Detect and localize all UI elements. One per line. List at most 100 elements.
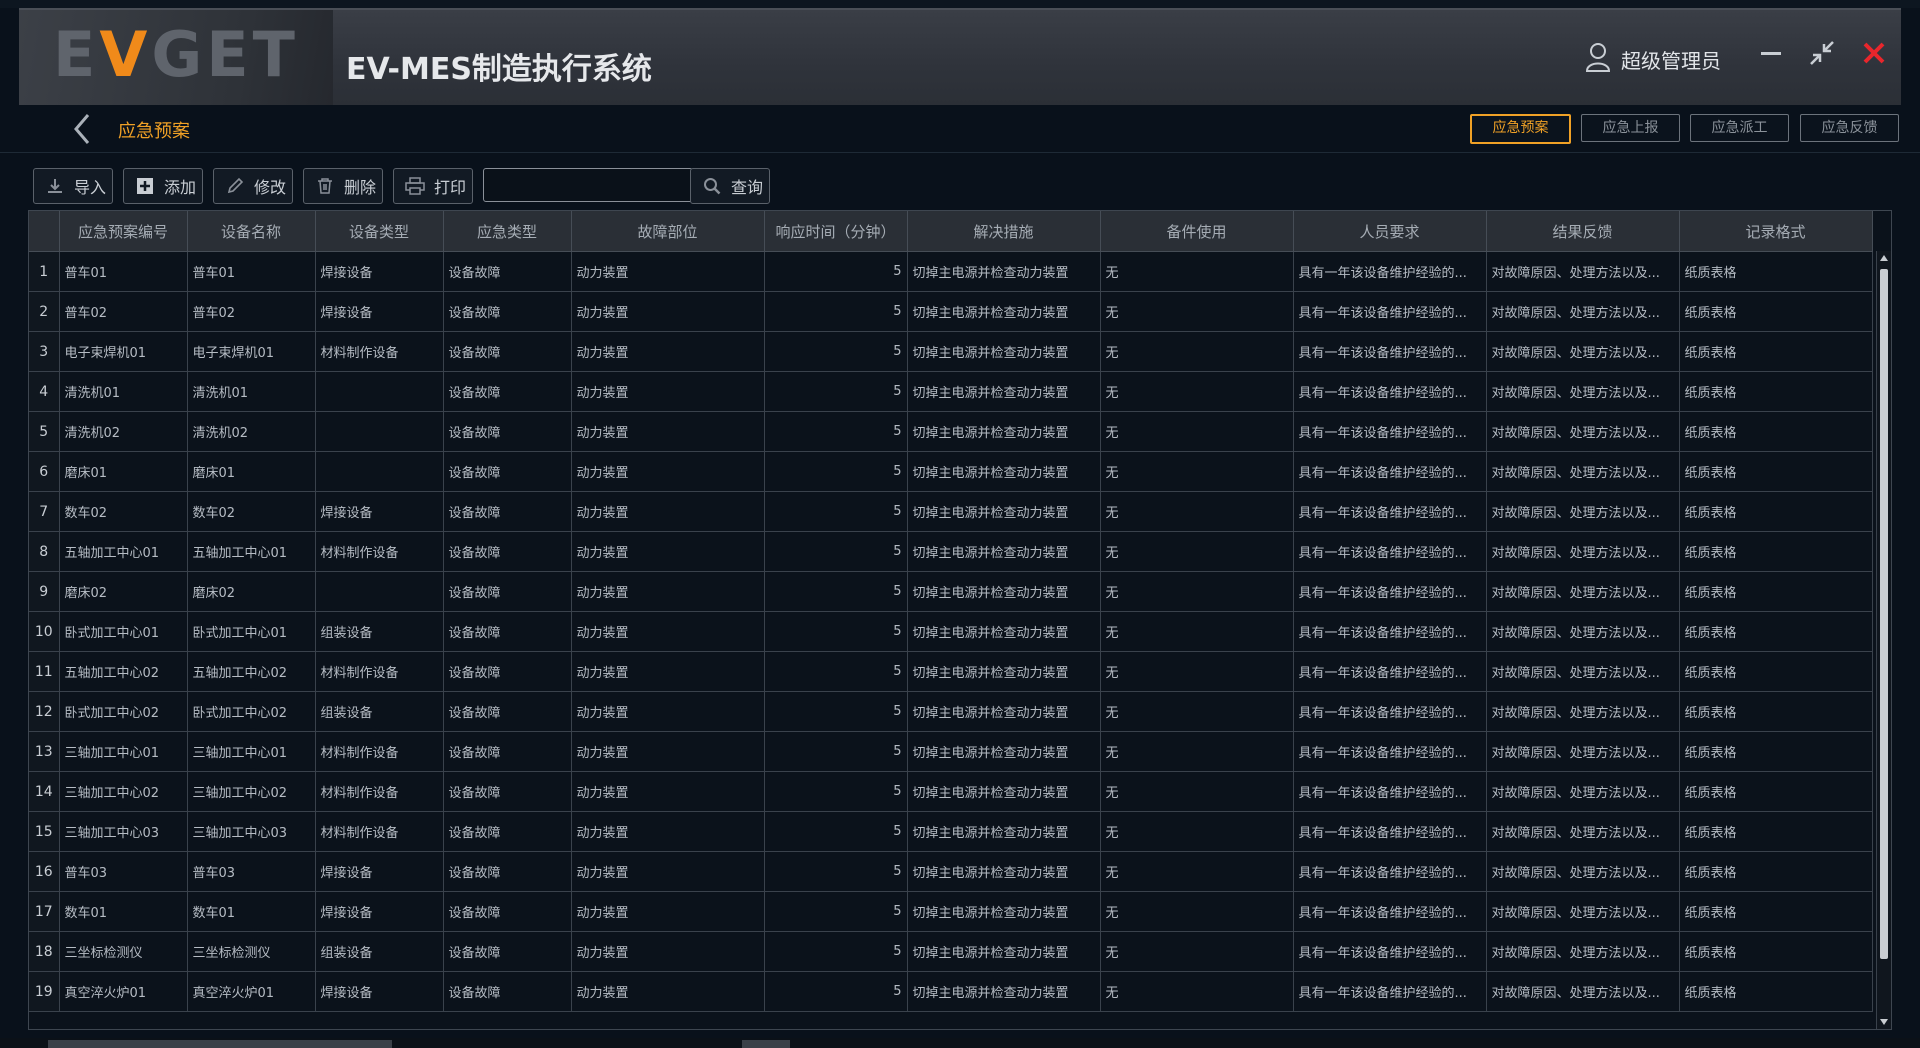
table-row[interactable]: 14 三轴加工中心02 三轴加工中心02 材料制作设备 设备故障 动力装置 5 切掉主电源并检… bbox=[29, 771, 1873, 812]
table-cell[interactable] bbox=[315, 571, 444, 612]
table-row[interactable]: 12 卧式加工中心02 卧式加工中心02 组装设备 设备故障 动力装置 5 切掉主电源并检查动… bbox=[29, 691, 1873, 732]
table-cell[interactable]: 动力装置 bbox=[571, 531, 765, 572]
table-row[interactable]: 6 磨床01 磨床01 设备故障 动力装置 5 切掉主电源并检查动力装置无具有一年该设备维护… bbox=[29, 451, 1873, 492]
row-number[interactable]: 12 bbox=[29, 691, 60, 732]
table-cell[interactable]: 对故障原因、处理方法以及... bbox=[1486, 331, 1680, 372]
horizontal-scroll-marker[interactable] bbox=[742, 1040, 790, 1048]
table-cell[interactable]: 具有一年该设备维护经验的... bbox=[1293, 891, 1487, 932]
table-cell[interactable]: 对故障原因、处理方法以及... bbox=[1486, 811, 1680, 852]
table-cell[interactable]: 具有一年该设备维护经验的... bbox=[1293, 611, 1487, 652]
table-cell[interactable]: 材料制作设备 bbox=[315, 651, 444, 692]
table-cell[interactable]: 五轴加工中心02 bbox=[187, 651, 316, 692]
table-cell[interactable]: 切掉主电源并检查动力装置 bbox=[907, 851, 1101, 892]
delete-button[interactable]: 删除 bbox=[303, 168, 383, 204]
table-cell[interactable]: 卧式加工中心02 bbox=[187, 691, 316, 732]
back-button[interactable] bbox=[70, 109, 94, 149]
table-cell[interactable]: 清洗机01 bbox=[187, 371, 316, 412]
table-cell[interactable]: 具有一年该设备维护经验的... bbox=[1293, 251, 1487, 292]
add-button[interactable]: 添加 bbox=[123, 168, 203, 204]
table-cell[interactable]: 组装设备 bbox=[315, 931, 444, 972]
table-cell[interactable]: 无 bbox=[1100, 611, 1294, 652]
table-cell[interactable]: 无 bbox=[1100, 691, 1294, 732]
table-cell[interactable]: 纸质表格 bbox=[1679, 811, 1873, 852]
tab-emergency-feedback[interactable]: 应急反馈 bbox=[1800, 114, 1899, 142]
row-number[interactable]: 16 bbox=[29, 851, 60, 892]
table-row[interactable]: 9 磨床02 磨床02 设备故障 动力装置 5 切掉主电源并检查动力装置无具有一年该设备维护… bbox=[29, 571, 1873, 612]
table-cell[interactable]: 纸质表格 bbox=[1679, 971, 1873, 1012]
table-cell[interactable]: 具有一年该设备维护经验的... bbox=[1293, 931, 1487, 972]
row-number[interactable]: 4 bbox=[29, 371, 60, 412]
column-header[interactable]: 设备类型 bbox=[315, 211, 444, 252]
table-cell[interactable]: 对故障原因、处理方法以及... bbox=[1486, 411, 1680, 452]
table-cell[interactable]: 5 bbox=[764, 251, 908, 292]
table-cell[interactable]: 对故障原因、处理方法以及... bbox=[1486, 651, 1680, 692]
table-cell[interactable]: 设备故障 bbox=[443, 251, 572, 292]
table-cell[interactable]: 5 bbox=[764, 931, 908, 972]
search-input[interactable] bbox=[483, 168, 693, 202]
table-cell[interactable]: 无 bbox=[1100, 891, 1294, 932]
table-cell[interactable]: 三轴加工中心01 bbox=[187, 731, 316, 772]
table-cell[interactable]: 无 bbox=[1100, 651, 1294, 692]
table-cell[interactable]: 设备故障 bbox=[443, 891, 572, 932]
table-cell[interactable]: 焊接设备 bbox=[315, 251, 444, 292]
table-cell[interactable]: 设备故障 bbox=[443, 611, 572, 652]
table-cell[interactable]: 动力装置 bbox=[571, 771, 765, 812]
table-cell[interactable]: 对故障原因、处理方法以及... bbox=[1486, 891, 1680, 932]
table-cell[interactable]: 组装设备 bbox=[315, 691, 444, 732]
table-cell[interactable]: 纸质表格 bbox=[1679, 331, 1873, 372]
table-cell[interactable]: 具有一年该设备维护经验的... bbox=[1293, 811, 1487, 852]
table-cell[interactable]: 切掉主电源并检查动力装置 bbox=[907, 931, 1101, 972]
table-cell[interactable]: 具有一年该设备维护经验的... bbox=[1293, 491, 1487, 532]
table-cell[interactable]: 对故障原因、处理方法以及... bbox=[1486, 731, 1680, 772]
column-header[interactable]: 人员要求 bbox=[1293, 211, 1487, 252]
table-cell[interactable]: 动力装置 bbox=[571, 411, 765, 452]
row-number[interactable]: 14 bbox=[29, 771, 60, 812]
table-cell[interactable]: 无 bbox=[1100, 931, 1294, 972]
table-cell[interactable]: 磨床02 bbox=[187, 571, 316, 612]
table-cell[interactable]: 焊接设备 bbox=[315, 891, 444, 932]
emergency-plan-grid[interactable]: 应急预案编号 设备名称 设备类型 应急类型 故障部位 响应时间（分钟） 解决措施… bbox=[28, 210, 1892, 1030]
table-cell[interactable]: 切掉主电源并检查动力装置 bbox=[907, 531, 1101, 572]
vertical-scrollbar[interactable] bbox=[1876, 251, 1891, 1029]
column-header[interactable]: 备件使用 bbox=[1100, 211, 1294, 252]
table-cell[interactable]: 动力装置 bbox=[571, 371, 765, 412]
table-cell[interactable]: 材料制作设备 bbox=[315, 771, 444, 812]
table-cell[interactable]: 5 bbox=[764, 811, 908, 852]
table-cell[interactable]: 三轴加工中心02 bbox=[187, 771, 316, 812]
row-number[interactable]: 9 bbox=[29, 571, 60, 612]
table-row[interactable]: 4 清洗机01 清洗机01 设备故障 动力装置 5 切掉主电源并检查动力装置无具有一年该设备… bbox=[29, 371, 1873, 412]
table-cell[interactable]: 切掉主电源并检查动力装置 bbox=[907, 451, 1101, 492]
table-cell[interactable]: 普车02 bbox=[59, 291, 188, 332]
table-cell[interactable]: 数车02 bbox=[59, 491, 188, 532]
table-cell[interactable]: 切掉主电源并检查动力装置 bbox=[907, 411, 1101, 452]
table-cell[interactable]: 普车03 bbox=[59, 851, 188, 892]
table-row[interactable]: 3 电子束焊机01 电子束焊机01 材料制作设备 设备故障 动力装置 5 切掉主电源并检查动力… bbox=[29, 331, 1873, 372]
restore-button[interactable] bbox=[1807, 40, 1837, 70]
table-cell[interactable]: 对故障原因、处理方法以及... bbox=[1486, 691, 1680, 732]
table-cell[interactable]: 无 bbox=[1100, 331, 1294, 372]
row-number[interactable]: 3 bbox=[29, 331, 60, 372]
row-number[interactable]: 6 bbox=[29, 451, 60, 492]
table-cell[interactable]: 普车01 bbox=[187, 251, 316, 292]
table-cell[interactable]: 具有一年该设备维护经验的... bbox=[1293, 731, 1487, 772]
column-header[interactable]: 响应时间（分钟） bbox=[764, 211, 908, 252]
table-cell[interactable]: 动力装置 bbox=[571, 491, 765, 532]
table-cell[interactable]: 切掉主电源并检查动力装置 bbox=[907, 371, 1101, 412]
table-cell[interactable]: 三坐标检测仪 bbox=[59, 931, 188, 972]
table-cell[interactable]: 具有一年该设备维护经验的... bbox=[1293, 371, 1487, 412]
table-cell[interactable]: 对故障原因、处理方法以及... bbox=[1486, 851, 1680, 892]
table-cell[interactable]: 5 bbox=[764, 971, 908, 1012]
table-cell[interactable]: 5 bbox=[764, 891, 908, 932]
scroll-down-arrow-icon[interactable] bbox=[1880, 1019, 1888, 1025]
table-cell[interactable]: 纸质表格 bbox=[1679, 291, 1873, 332]
table-cell[interactable]: 五轴加工中心01 bbox=[187, 531, 316, 572]
table-cell[interactable]: 具有一年该设备维护经验的... bbox=[1293, 651, 1487, 692]
table-cell[interactable]: 无 bbox=[1100, 411, 1294, 452]
table-cell[interactable]: 5 bbox=[764, 331, 908, 372]
table-cell[interactable]: 磨床02 bbox=[59, 571, 188, 612]
table-cell[interactable]: 对故障原因、处理方法以及... bbox=[1486, 571, 1680, 612]
table-cell[interactable]: 具有一年该设备维护经验的... bbox=[1293, 571, 1487, 612]
row-number[interactable]: 5 bbox=[29, 411, 60, 452]
table-row[interactable]: 2 普车02 普车02 焊接设备 设备故障 动力装置 5 切掉主电源并检查动力装置无具有一年该… bbox=[29, 291, 1873, 332]
table-cell[interactable]: 切掉主电源并检查动力装置 bbox=[907, 331, 1101, 372]
